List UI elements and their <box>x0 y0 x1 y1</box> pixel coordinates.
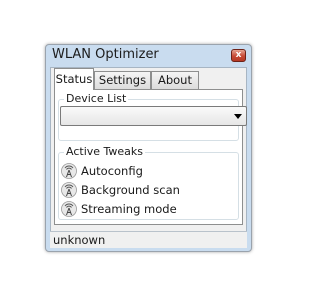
tab-settings[interactable]: Settings <box>94 71 151 89</box>
chevron-down-icon <box>234 114 242 119</box>
radio-tower-icon <box>61 182 77 198</box>
tweak-label: Streaming mode <box>81 202 177 216</box>
tweak-label: Autoconfig <box>81 164 143 178</box>
status-bar: unknown <box>50 231 247 248</box>
app-window: WLAN Optimizer x Status Settings About D… <box>45 44 252 252</box>
title-bar[interactable]: WLAN Optimizer x <box>46 45 251 67</box>
tab-status[interactable]: Status <box>54 68 94 90</box>
tweak-item-streaming-mode: Streaming mode <box>61 201 221 219</box>
status-tab-panel: Device List Active Tweaks Autoconfig Bac… <box>54 89 247 225</box>
client-area: Status Settings About Device List Active… <box>50 67 247 247</box>
status-text: unknown <box>53 233 106 247</box>
active-tweaks-group: Active Tweaks Autoconfig Background scan… <box>58 146 239 220</box>
device-list-dropdown[interactable] <box>60 106 247 126</box>
radio-tower-icon <box>61 163 77 179</box>
device-list-label: Device List <box>64 92 129 105</box>
close-button[interactable]: x <box>231 49 246 62</box>
tweak-label: Background scan <box>81 183 180 197</box>
window-title: WLAN Optimizer <box>52 47 159 62</box>
tweak-item-autoconfig: Autoconfig <box>61 163 221 181</box>
radio-tower-icon <box>61 201 77 217</box>
tab-about[interactable]: About <box>151 71 199 89</box>
active-tweaks-label: Active Tweaks <box>64 145 146 158</box>
tweak-item-background-scan: Background scan <box>61 182 221 200</box>
